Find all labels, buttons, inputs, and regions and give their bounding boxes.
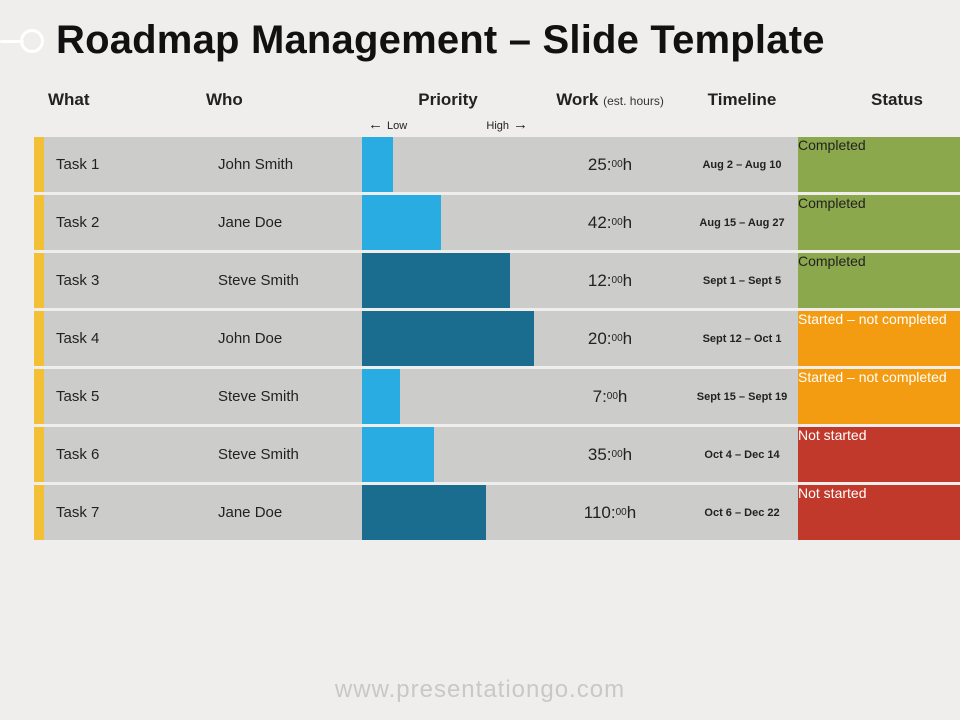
- table-row: Task 7Jane Doe110:00 hOct 6 – Dec 22Not …: [34, 485, 926, 540]
- table-row: Task 6Steve Smith35:00 hOct 4 – Dec 14No…: [34, 427, 926, 482]
- cell-what: Task 2: [44, 195, 206, 250]
- cell-what: Task 1: [44, 137, 206, 192]
- cell-timeline: Sept 1 – Sept 5: [686, 253, 798, 308]
- header-work-label: Work: [556, 90, 598, 109]
- cell-what: Task 6: [44, 427, 206, 482]
- cell-what: Task 5: [44, 369, 206, 424]
- cell-priority: [362, 311, 534, 366]
- header-timeline: Timeline: [686, 90, 798, 110]
- header-status: Status: [798, 90, 960, 110]
- cell-priority: [362, 369, 534, 424]
- cell-status: Completed: [798, 253, 960, 308]
- priority-bar: [362, 427, 434, 482]
- priority-scale: Low High: [34, 116, 926, 133]
- cell-work: 20:00 h: [534, 311, 686, 366]
- cell-timeline: Sept 12 – Oct 1: [686, 311, 798, 366]
- cell-who: Steve Smith: [206, 369, 362, 424]
- table-row: Task 3Steve Smith12:00 hSept 1 – Sept 5C…: [34, 253, 926, 308]
- cell-work: 35:00 h: [534, 427, 686, 482]
- title-bar: Roadmap Management – Slide Template: [0, 0, 960, 74]
- row-marker-icon: [34, 427, 44, 482]
- row-marker-icon: [34, 485, 44, 540]
- cell-status: Completed: [798, 195, 960, 250]
- cell-who: Jane Doe: [206, 485, 362, 540]
- cell-what: Task 4: [44, 311, 206, 366]
- footer-url: www.presentationgo.com: [0, 676, 960, 704]
- cell-work: 110:00 h: [534, 485, 686, 540]
- priority-bar: [362, 137, 393, 192]
- row-marker-icon: [34, 311, 44, 366]
- table-row: Task 4John Doe20:00 hSept 12 – Oct 1Star…: [34, 311, 926, 366]
- cell-status: Not started: [798, 427, 960, 482]
- cell-work: 42:00 h: [534, 195, 686, 250]
- priority-bar: [362, 369, 400, 424]
- priority-bar: [362, 311, 534, 366]
- table-row: Task 1John Smith25:00 hAug 2 – Aug 10Com…: [34, 137, 926, 192]
- cell-priority: [362, 195, 534, 250]
- priority-low-label: Low: [368, 116, 407, 133]
- cell-status: Completed: [798, 137, 960, 192]
- title-marker-icon: [0, 18, 56, 64]
- table-row: Task 5Steve Smith 7:00 hSept 15 – Sept 19…: [34, 369, 926, 424]
- priority-bar: [362, 195, 441, 250]
- header-work-sub: (est. hours): [603, 94, 664, 108]
- table-body: Task 1John Smith25:00 hAug 2 – Aug 10Com…: [34, 137, 926, 540]
- cell-who: John Doe: [206, 311, 362, 366]
- page-title: Roadmap Management – Slide Template: [56, 18, 825, 63]
- priority-bar: [362, 485, 486, 540]
- cell-who: Steve Smith: [206, 253, 362, 308]
- header-what: What: [44, 90, 206, 110]
- header-priority: Priority: [362, 90, 534, 110]
- cell-priority: [362, 253, 534, 308]
- cell-status: Started – not completed: [798, 311, 960, 366]
- cell-timeline: Sept 15 – Sept 19: [686, 369, 798, 424]
- row-marker-icon: [34, 253, 44, 308]
- cell-priority: [362, 485, 534, 540]
- priority-high-label: High: [486, 116, 528, 133]
- cell-priority: [362, 427, 534, 482]
- cell-status: Not started: [798, 485, 960, 540]
- cell-timeline: Aug 2 – Aug 10: [686, 137, 798, 192]
- header-who: Who: [206, 90, 362, 110]
- table-headers: What Who Priority Work (est. hours) Time…: [34, 80, 926, 116]
- row-marker-icon: [34, 369, 44, 424]
- cell-work: 7:00 h: [534, 369, 686, 424]
- cell-timeline: Oct 6 – Dec 22: [686, 485, 798, 540]
- header-work: Work (est. hours): [534, 90, 686, 110]
- roadmap-table: What Who Priority Work (est. hours) Time…: [0, 74, 960, 540]
- cell-who: John Smith: [206, 137, 362, 192]
- cell-priority: [362, 137, 534, 192]
- cell-who: Steve Smith: [206, 427, 362, 482]
- row-marker-icon: [34, 195, 44, 250]
- cell-what: Task 7: [44, 485, 206, 540]
- cell-timeline: Aug 15 – Aug 27: [686, 195, 798, 250]
- cell-timeline: Oct 4 – Dec 14: [686, 427, 798, 482]
- cell-status: Started – not completed: [798, 369, 960, 424]
- cell-who: Jane Doe: [206, 195, 362, 250]
- table-row: Task 2Jane Doe42:00 hAug 15 – Aug 27Comp…: [34, 195, 926, 250]
- priority-bar: [362, 253, 510, 308]
- cell-work: 12:00 h: [534, 253, 686, 308]
- cell-what: Task 3: [44, 253, 206, 308]
- row-marker-icon: [34, 137, 44, 192]
- cell-work: 25:00 h: [534, 137, 686, 192]
